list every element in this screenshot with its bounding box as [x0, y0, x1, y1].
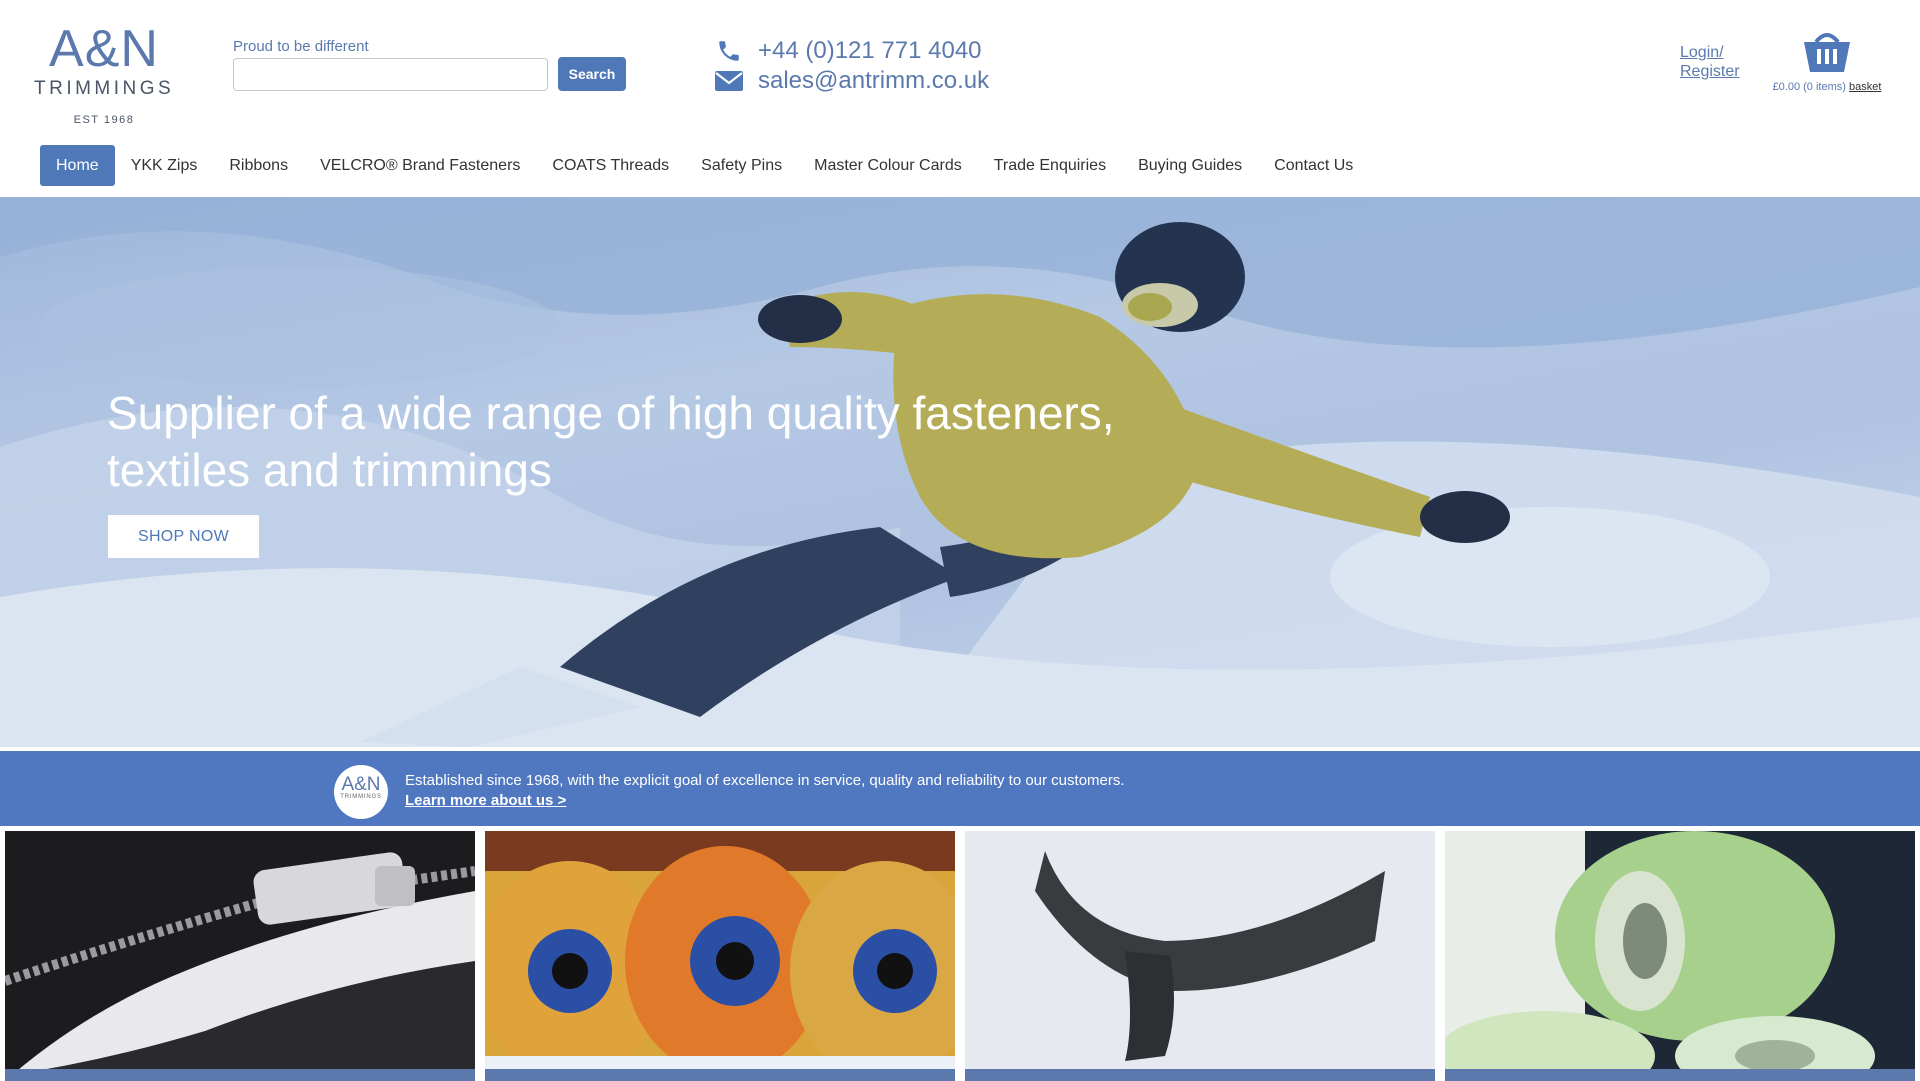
about-logo-sub: TRIMMINGS	[340, 794, 382, 800]
search-button[interactable]: Search	[558, 57, 626, 91]
nav-velcro[interactable]: VELCRO® Brand Fasteners	[304, 145, 536, 186]
ribbon-tile[interactable]	[1445, 831, 1915, 1081]
basket-total: £0.00 (0 items)	[1772, 81, 1846, 93]
ribbon-rolls-image	[1445, 831, 1915, 1081]
email-row[interactable]: sales@antrimm.co.uk	[714, 66, 989, 96]
login-label: Login/	[1680, 44, 1724, 61]
phone-row[interactable]: +44 (0)121 771 4040	[714, 36, 989, 66]
basket-icon[interactable]	[1800, 28, 1854, 76]
hero-title: Supplier of a wide range of high quality…	[107, 387, 1115, 496]
zip-tile[interactable]	[5, 831, 475, 1081]
logo-sub-text: TRIMMINGS	[34, 78, 175, 99]
nav-safety-pins[interactable]: Safety Pins	[685, 145, 798, 186]
learn-more-link[interactable]: Learn more about us >	[405, 791, 1125, 811]
category-tiles	[0, 830, 1920, 1081]
nav-buying-guides[interactable]: Buying Guides	[1122, 145, 1258, 186]
site-header: A&N TRIMMINGS EST 1968 Proud to be diffe…	[0, 0, 1920, 197]
nav-coats-threads[interactable]: COATS Threads	[536, 145, 685, 186]
phone-number: +44 (0)121 771 4040	[758, 37, 982, 64]
basket-summary: £0.00 (0 items) basket	[1772, 81, 1882, 93]
nav-contact-us[interactable]: Contact Us	[1258, 145, 1369, 186]
logo-est-text: EST 1968	[73, 114, 135, 126]
contact-block: +44 (0)121 771 4040 sales@antrimm.co.uk	[714, 36, 989, 96]
shop-now-button[interactable]: SHOP NOW	[108, 515, 259, 558]
velcro-strap-image	[965, 831, 1435, 1081]
phone-icon	[714, 38, 744, 64]
nav-ykk-zips[interactable]: YKK Zips	[115, 145, 214, 186]
search-caption: Proud to be different	[233, 38, 369, 55]
about-strip-logo: A&N TRIMMINGS	[334, 765, 388, 819]
logo-main-text: A&N	[49, 20, 159, 78]
thread-tile-bar	[485, 1069, 955, 1081]
velcro-tile-bar	[965, 1069, 1435, 1081]
search-row: Search	[233, 57, 626, 91]
velcro-tile[interactable]	[965, 831, 1435, 1081]
ribbon-tile-bar	[1445, 1069, 1915, 1081]
nav-master-colour-cards[interactable]: Master Colour Cards	[798, 145, 978, 186]
basket-widget[interactable]: £0.00 (0 items) basket	[1772, 28, 1882, 93]
about-description: Established since 1968, with the explici…	[405, 772, 1125, 789]
main-nav: Home YKK Zips Ribbons VELCRO® Brand Fast…	[40, 145, 1369, 186]
site-logo[interactable]: A&N TRIMMINGS EST 1968	[34, 20, 175, 126]
zip-tile-bar	[5, 1069, 475, 1081]
login-register-link[interactable]: Login/ Register	[1680, 43, 1740, 81]
thread-spools-image	[485, 831, 955, 1081]
nav-ribbons[interactable]: Ribbons	[213, 145, 304, 186]
zip-image	[5, 831, 475, 1081]
about-strip: A&N TRIMMINGS Established since 1968, wi…	[0, 751, 1920, 826]
about-strip-text: Established since 1968, with the explici…	[405, 771, 1125, 811]
about-logo-main: A&N	[341, 774, 381, 795]
search-area: Proud to be different Search	[233, 38, 626, 91]
email-address: sales@antrimm.co.uk	[758, 67, 990, 94]
hero-banner: Supplier of a wide range of high quality…	[0, 197, 1920, 747]
nav-home[interactable]: Home	[40, 145, 115, 186]
mail-icon	[714, 68, 744, 94]
nav-trade-enquiries[interactable]: Trade Enquiries	[978, 145, 1122, 186]
basket-link[interactable]: basket	[1849, 81, 1881, 93]
register-label: Register	[1680, 63, 1740, 80]
thread-tile[interactable]	[485, 831, 955, 1081]
search-input[interactable]	[233, 57, 548, 91]
